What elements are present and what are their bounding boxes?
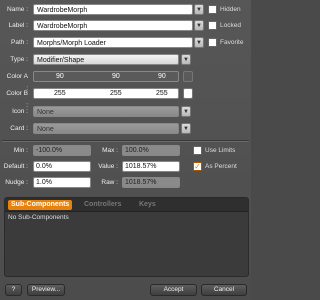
section-divider: [2, 140, 249, 142]
value-input[interactable]: 1018.57%: [122, 161, 180, 172]
locked-checkbox[interactable]: [208, 21, 217, 30]
label-label: Label :: [8, 22, 28, 29]
help-button[interactable]: ?: [5, 284, 22, 296]
cancel-button[interactable]: Cancel: [201, 284, 247, 296]
path-label: Path :: [11, 39, 28, 46]
name-label: Name :: [7, 6, 28, 13]
icon-dropdown-button[interactable]: ▼: [181, 106, 191, 117]
chevron-down-icon: ▼: [196, 23, 202, 29]
tab-keys[interactable]: Keys: [139, 200, 156, 210]
min-label: Min :: [13, 147, 28, 154]
nudge-label: Nudge :: [5, 179, 28, 186]
path-input[interactable]: Morphs/Morph Loader: [33, 37, 193, 48]
color-b-r: 255: [54, 90, 66, 97]
locked-label: Locked: [220, 22, 241, 29]
max-input[interactable]: 100.0%: [122, 145, 180, 156]
value-label: Value :: [98, 163, 118, 170]
favorite-checkbox[interactable]: [208, 38, 217, 47]
use-limits-label: Use Limits: [205, 147, 236, 154]
card-dropdown-button[interactable]: ▼: [181, 123, 191, 134]
default-input[interactable]: 0.0%: [33, 161, 91, 172]
use-limits-checkbox[interactable]: [193, 146, 202, 155]
type-dropdown-button[interactable]: ▼: [181, 54, 191, 65]
panel-empty-text: No Sub-Components: [8, 214, 69, 221]
hidden-checkbox[interactable]: [208, 5, 217, 14]
color-a-field[interactable]: 90 90 90: [33, 71, 179, 82]
color-a-r: 90: [56, 73, 64, 80]
chevron-down-icon: ▼: [196, 40, 202, 46]
nudge-input[interactable]: 1.0%: [33, 177, 91, 188]
chevron-down-icon: ▼: [196, 7, 202, 13]
max-label: Max :: [102, 147, 118, 154]
color-b-b: 255: [156, 90, 168, 97]
path-dropdown-button[interactable]: ▼: [194, 37, 204, 48]
tab-controllers[interactable]: Controllers: [84, 200, 121, 210]
raw-input[interactable]: 1018.57%: [122, 177, 180, 188]
label-input[interactable]: WardrobeMorph: [33, 20, 193, 31]
color-a-g: 90: [112, 73, 120, 80]
color-b-field[interactable]: 255 255 255: [33, 88, 179, 99]
as-percent-checkbox[interactable]: ✓: [193, 162, 202, 171]
card-label: Card :: [10, 125, 28, 132]
favorite-label: Favorite: [220, 39, 244, 46]
color-a-swatch[interactable]: [183, 71, 193, 82]
color-b-g: 255: [110, 90, 122, 97]
color-b-swatch[interactable]: [183, 88, 193, 99]
preview-button[interactable]: Preview...: [27, 284, 65, 296]
card-select[interactable]: None: [33, 123, 179, 134]
help-icon: ?: [11, 286, 16, 293]
name-dropdown-button[interactable]: ▼: [194, 4, 204, 15]
property-editor-dialog: Name : WardrobeMorph ▼ Hidden Label : Wa…: [0, 0, 251, 300]
icon-label: Icon :: [12, 108, 28, 115]
hidden-label: Hidden: [220, 6, 241, 13]
type-select[interactable]: Modifier/Shape: [33, 54, 179, 65]
name-input[interactable]: WardrobeMorph: [33, 4, 193, 15]
sub-components-panel: Sub-Components Controllers Keys No Sub-C…: [4, 197, 249, 277]
chevron-down-icon: ▼: [183, 57, 189, 63]
tab-bar: Sub-Components Controllers Keys: [5, 198, 248, 212]
checkmark-icon: ✓: [194, 162, 201, 171]
raw-label: Raw :: [101, 179, 118, 186]
chevron-down-icon: ▼: [183, 126, 189, 132]
as-percent-label: As Percent: [205, 163, 237, 170]
tab-sub-components[interactable]: Sub-Components: [8, 200, 73, 210]
icon-select[interactable]: None: [33, 106, 179, 117]
type-label: Type :: [10, 56, 28, 63]
min-input[interactable]: -100.0%: [33, 145, 91, 156]
chevron-down-icon: ▼: [183, 109, 189, 115]
default-label: Default :: [3, 163, 28, 170]
color-a-b: 90: [158, 73, 166, 80]
label-dropdown-button[interactable]: ▼: [194, 20, 204, 31]
accept-button[interactable]: Accept: [150, 284, 197, 296]
